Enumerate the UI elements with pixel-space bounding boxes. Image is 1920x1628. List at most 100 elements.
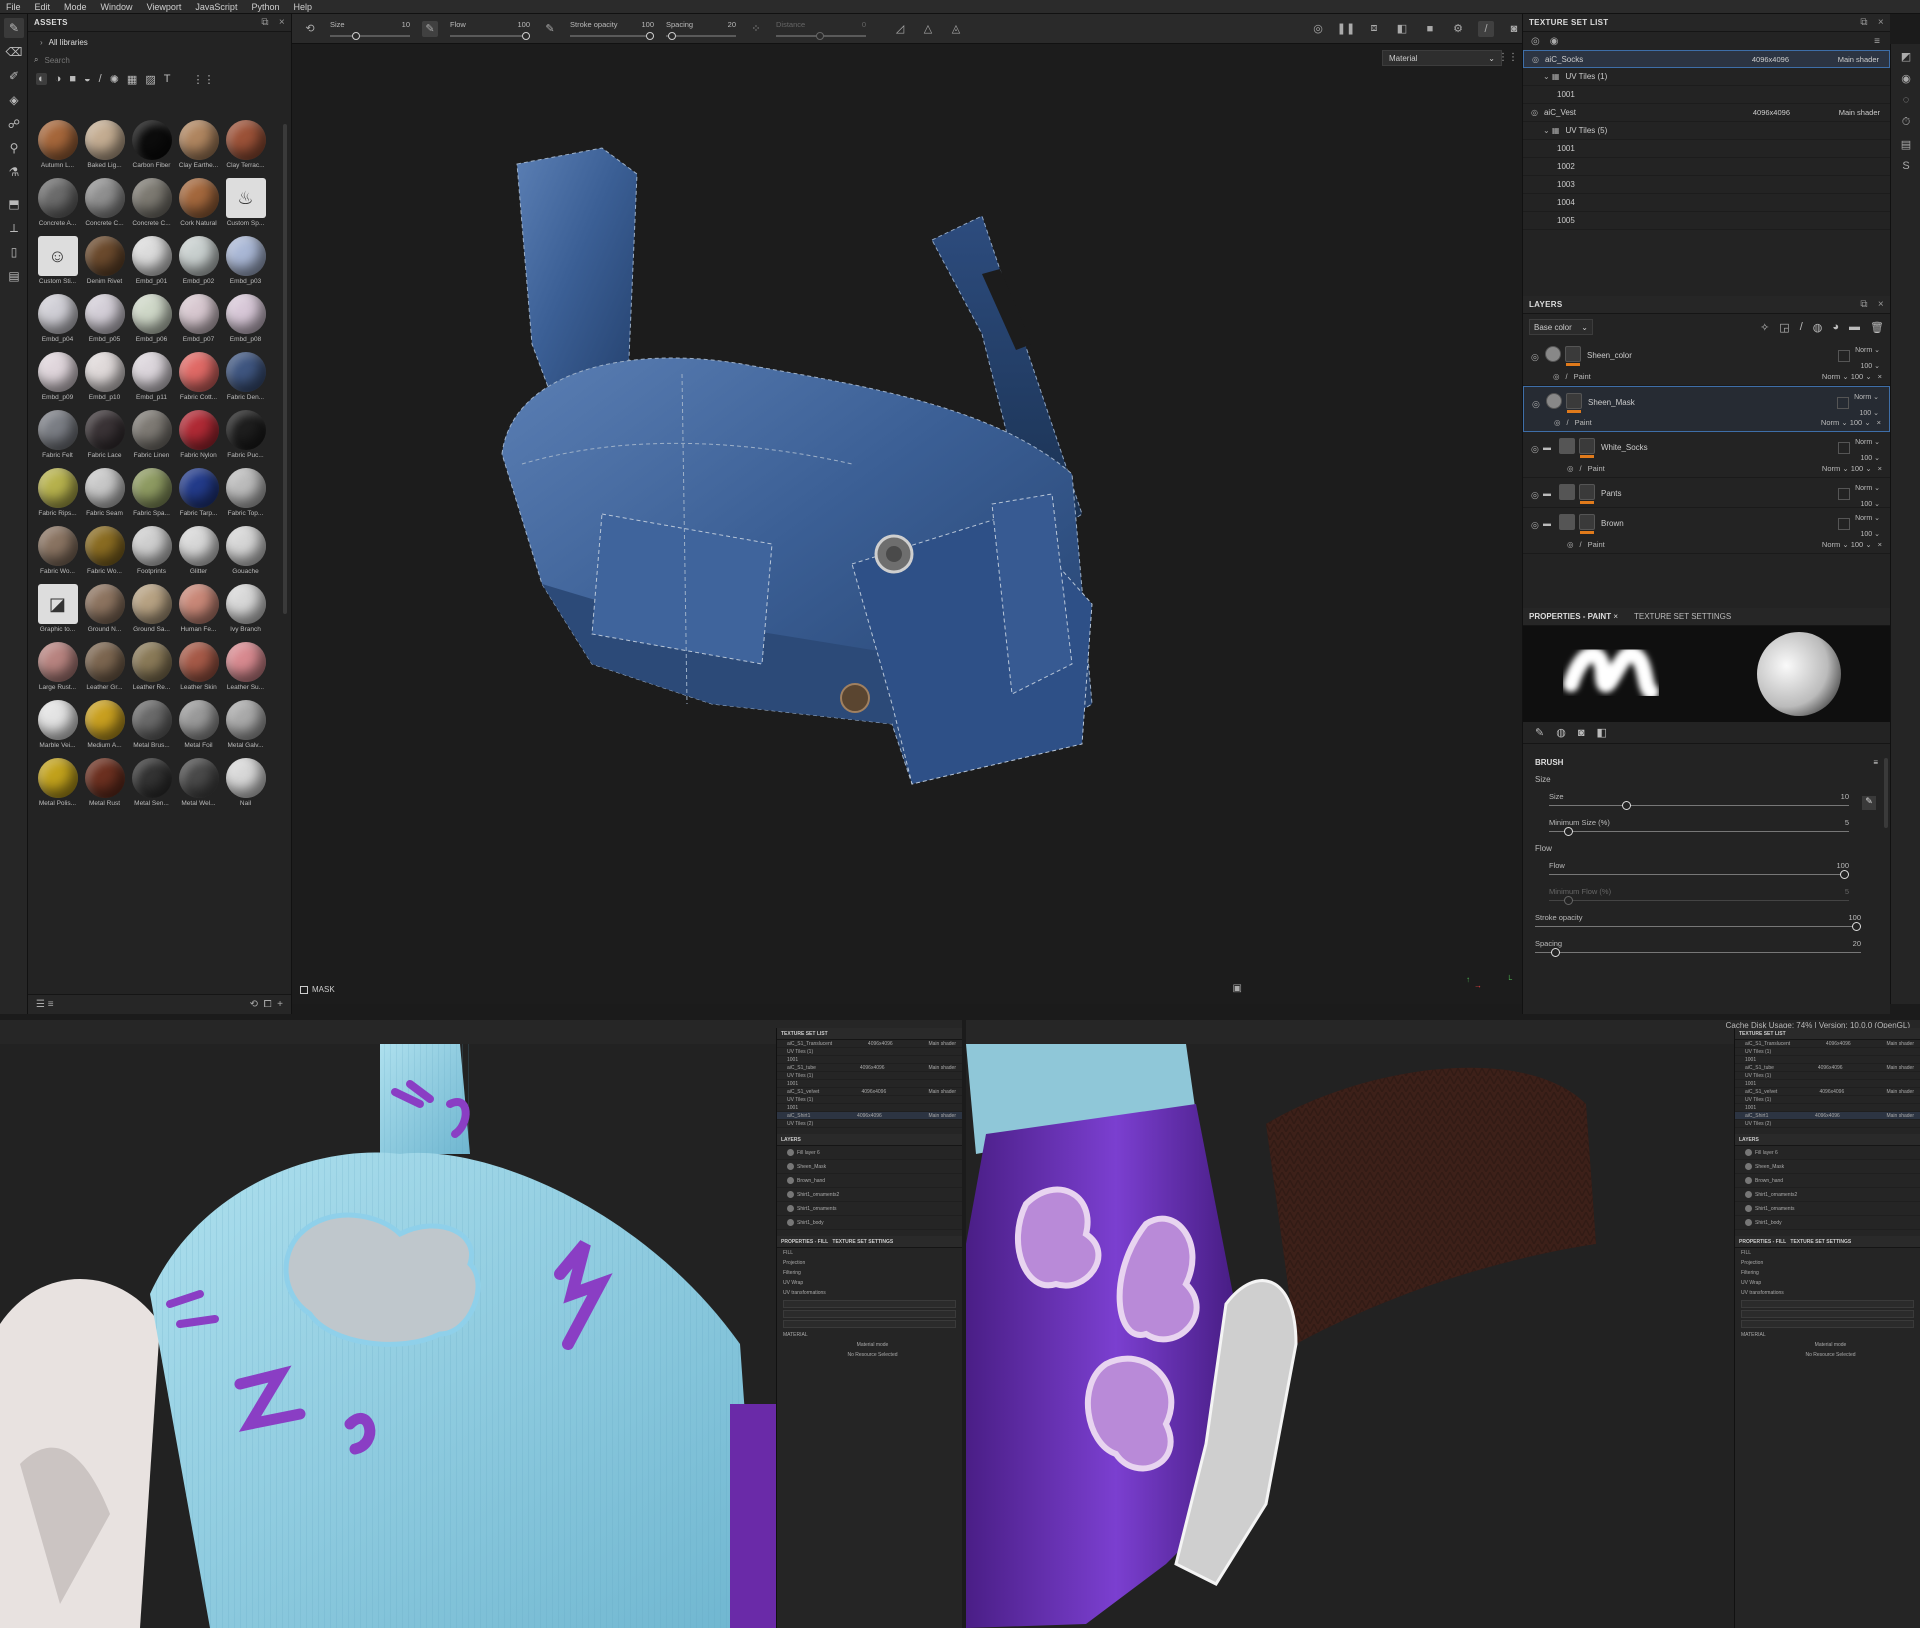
mini-layer-row[interactable]: Shirt1_ornaments2: [777, 1188, 962, 1202]
asset-tile[interactable]: Metal Rust: [81, 758, 128, 810]
asset-tile[interactable]: Embd_p10: [81, 352, 128, 404]
mini-layer-row[interactable]: Sheen_Mask: [1735, 1160, 1920, 1174]
camera-icon[interactable]: ■: [1422, 21, 1438, 37]
close-icon[interactable]: ×: [1878, 540, 1882, 549]
visibility-icon[interactable]: ◎: [1531, 108, 1538, 117]
asset-tile[interactable]: Leather Skin: [175, 642, 222, 694]
projection-icon[interactable]: ✐: [4, 66, 24, 86]
asset-tile[interactable]: Fabric Tarp...: [175, 468, 222, 520]
delete-layer-icon[interactable]: 🗑: [1870, 321, 1884, 334]
asset-tile[interactable]: Fabric Linen: [128, 410, 175, 462]
layer-checkbox[interactable]: [1838, 518, 1850, 530]
close-icon[interactable]: ×: [1878, 299, 1884, 310]
mini-texture-set-row[interactable]: UV Tiles (1): [1735, 1048, 1920, 1056]
layer-checkbox[interactable]: [1838, 350, 1850, 362]
sub-layer-row[interactable]: ◎ / Paint Norm ⌄ 100 ⌄ ×: [1554, 415, 1881, 429]
close-icon[interactable]: ×: [1877, 418, 1881, 427]
close-icon[interactable]: ×: [1613, 612, 1618, 621]
mini-texture-set-row[interactable]: 1001: [1735, 1104, 1920, 1112]
display-icon[interactable]: ◉: [1898, 72, 1914, 88]
mini-layer-row[interactable]: Brown_hand: [777, 1174, 962, 1188]
display-settings-icon[interactable]: ▣: [1233, 983, 1242, 994]
chevron-down-icon[interactable]: ⌄ ▦: [1543, 126, 1559, 135]
mini-texture-set-row[interactable]: UV Tiles (2): [777, 1120, 962, 1128]
pause-icon[interactable]: ❚❚: [1337, 21, 1355, 37]
mini-props-tab-other[interactable]: TEXTURE SET SETTINGS: [1790, 1239, 1851, 1245]
filter-images-icon[interactable]: ▨: [145, 73, 155, 86]
filter-procedurals-icon[interactable]: ◒: [84, 73, 91, 85]
uv-tile-row[interactable]: 1001: [1523, 140, 1890, 158]
asset-tile[interactable]: Embd_p05: [81, 294, 128, 346]
asset-tile[interactable]: Embd_p04: [34, 294, 81, 346]
mini-fill-row[interactable]: UV Wrap: [1735, 1278, 1920, 1288]
lazy-mouse-icon[interactable]: ⁘: [748, 21, 764, 37]
visibility-icon[interactable]: ◎: [1553, 372, 1560, 381]
filter-materials-icon[interactable]: ◐: [36, 73, 47, 85]
asset-tile[interactable]: Embd_p11: [128, 352, 175, 404]
mini-texture-set-row[interactable]: 1001: [777, 1056, 962, 1064]
solo-visibility-icon[interactable]: ◉: [1550, 36, 1559, 47]
geometry-fill-icon[interactable]: ◈: [4, 90, 24, 110]
mini-uv-field[interactable]: [783, 1300, 956, 1308]
asset-tile[interactable]: Metal Galv...: [222, 700, 269, 752]
uv-tile-row[interactable]: 1002: [1523, 158, 1890, 176]
paint-brush-icon[interactable]: ✎: [4, 18, 24, 38]
texture-set-icon[interactable]: ◩: [1898, 50, 1914, 66]
asset-tile[interactable]: Embd_p09: [34, 352, 81, 404]
assets-search[interactable]: ⌕ Search: [34, 52, 285, 68]
menu-item-edit[interactable]: Edit: [35, 2, 51, 12]
folder-icon[interactable]: ▬: [1543, 443, 1551, 452]
uv-tiles-row[interactable]: ⌄ ▦ UV Tiles (5): [1523, 122, 1890, 140]
uv-tile-row[interactable]: 1001: [1523, 86, 1890, 104]
asset-tile[interactable]: Ground N...: [81, 584, 128, 636]
substance-icon[interactable]: S: [1898, 160, 1914, 176]
asset-tile[interactable]: Metal Foil: [175, 700, 222, 752]
undock-icon[interactable]: ⧉: [1860, 299, 1867, 310]
layer-row[interactable]: ◎ Sheen_color Norm ⌄ 100 ⌄ ◎ / Paint Norm ⌄ 100…: [1523, 340, 1890, 386]
add-fill-layer-icon[interactable]: ◍: [1813, 321, 1823, 334]
material-section-icon[interactable]: ◧: [1596, 726, 1606, 739]
mini-fill-row[interactable]: Projection: [777, 1258, 962, 1268]
history-icon[interactable]: ⏱: [1898, 116, 1914, 132]
asset-tile[interactable]: Human Fe...: [175, 584, 222, 636]
eraser-icon[interactable]: ⌫: [4, 42, 24, 62]
smudge-icon[interactable]: ☍: [4, 114, 24, 134]
visibility-icon[interactable]: ◎: [1567, 540, 1574, 549]
asset-tile[interactable]: Metal Polis...: [34, 758, 81, 810]
asset-tile[interactable]: Denim Rivet: [81, 236, 128, 288]
asset-tile[interactable]: Clay Terrac...: [222, 120, 269, 172]
toolbar-stroke-opacity[interactable]: Stroke opacity 100: [570, 20, 654, 40]
uv-tile-row[interactable]: 1004: [1523, 194, 1890, 212]
asset-tile[interactable]: Metal Sen...: [128, 758, 175, 810]
asset-tile[interactable]: Embd_p06: [128, 294, 175, 346]
bake-icon[interactable]: ⬒: [4, 194, 24, 214]
mini-texture-set-row[interactable]: UV Tiles (1): [777, 1048, 962, 1056]
asset-tile[interactable]: Clay Earthe...: [175, 120, 222, 172]
view-2d3d-icon[interactable]: ⧈: [1366, 21, 1382, 37]
undock-icon[interactable]: ⧉: [261, 17, 268, 28]
toolbar-distance[interactable]: Distance 0: [776, 20, 866, 40]
filter-smart-materials-icon[interactable]: ◑: [55, 73, 62, 85]
mini-texture-set-row[interactable]: UV Tiles (2): [1735, 1120, 1920, 1128]
mask-thumbnail[interactable]: [1579, 438, 1595, 458]
asset-tile[interactable]: Embd_p02: [175, 236, 222, 288]
layer-row[interactable]: ◎ ▬ Pants Norm ⌄ 100 ⌄: [1523, 478, 1890, 508]
asset-tile[interactable]: Nail: [222, 758, 269, 810]
mini-texture-set-row[interactable]: aiC_S1_velvet 4096x4096 Main shader: [777, 1088, 962, 1096]
import-icon[interactable]: ⧠: [264, 999, 272, 1010]
visibility-icon[interactable]: ◎: [1531, 352, 1539, 363]
symmetry-mode-icon[interactable]: ◬: [948, 21, 964, 37]
menu-item-python[interactable]: Python: [251, 2, 279, 12]
lighting-icon[interactable]: ⚙: [1450, 21, 1466, 37]
filter-brushes-icon[interactable]: /: [99, 73, 102, 85]
asset-tile[interactable]: Metal Brus...: [128, 700, 175, 752]
main-viewport[interactable]: Material ⌄ ⋮⋮ ↑ → └ MASK ▣: [292, 44, 1522, 1004]
filter-fonts-icon[interactable]: T: [164, 73, 171, 85]
menu-item-window[interactable]: Window: [101, 2, 133, 12]
minimum-size-slider[interactable]: Minimum Size (%) 5: [1549, 818, 1849, 836]
document-icon[interactable]: ▤: [4, 266, 24, 286]
layer-row[interactable]: ◎ Sheen_Mask Norm ⌄ 100 ⌄ ◎ / Paint Norm ⌄ 100 …: [1523, 386, 1890, 432]
mini-layer-row[interactable]: Brown_hand: [1735, 1174, 1920, 1188]
mini-uv-field[interactable]: [1741, 1320, 1914, 1328]
visibility-icon[interactable]: ◎: [1567, 464, 1574, 473]
